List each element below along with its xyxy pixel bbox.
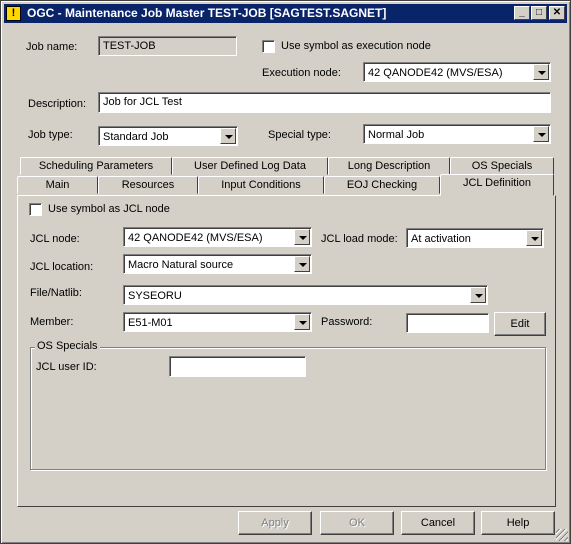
minimize-button[interactable]: _ xyxy=(514,6,530,20)
jcl-node-select[interactable]: 42 QANODE42 (MVS/ESA) xyxy=(123,227,312,247)
jcl-user-id-input[interactable] xyxy=(169,356,306,377)
title-bar[interactable]: ! OGC - Maintenance Job Master TEST-JOB … xyxy=(4,4,567,23)
os-specials-group-title: OS Specials xyxy=(35,340,100,352)
use-symbol-jcl-node-label: Use symbol as JCL node xyxy=(48,203,170,215)
tab-input-conditions[interactable]: Input Conditions xyxy=(198,176,324,194)
execution-node-label: Execution node: xyxy=(262,67,341,79)
job-type-value: Standard Job xyxy=(103,131,169,143)
apply-button[interactable]: Apply xyxy=(238,511,312,535)
chevron-down-icon[interactable] xyxy=(294,314,310,330)
job-name-label: Job name: xyxy=(26,41,78,53)
use-symbol-jcl-node-checkbox[interactable] xyxy=(29,203,42,216)
tab-jcl-definition[interactable]: JCL Definition xyxy=(440,174,554,196)
jcl-location-select[interactable]: Macro Natural source xyxy=(123,254,312,274)
tab-long-description[interactable]: Long Description xyxy=(328,157,450,175)
chevron-down-icon[interactable] xyxy=(294,256,310,272)
tab-main[interactable]: Main xyxy=(17,176,98,194)
file-natlib-select[interactable]: SYSEORU xyxy=(123,285,488,305)
chevron-down-icon[interactable] xyxy=(526,230,542,246)
job-type-label: Job type: xyxy=(28,129,73,141)
app-warning-icon: ! xyxy=(6,6,21,21)
tab-resources[interactable]: Resources xyxy=(98,176,198,194)
jcl-location-label: JCL location: xyxy=(30,261,94,273)
special-type-value: Normal Job xyxy=(368,129,425,141)
window-title: OGC - Maintenance Job Master TEST-JOB [S… xyxy=(27,6,387,20)
member-value: E51-M01 xyxy=(128,317,173,329)
cancel-button[interactable]: Cancel xyxy=(401,511,475,535)
job-master-window: ! OGC - Maintenance Job Master TEST-JOB … xyxy=(0,0,571,544)
execution-node-select[interactable]: 42 QANODE42 (MVS/ESA) xyxy=(363,62,551,82)
chevron-down-icon[interactable] xyxy=(220,128,236,144)
maximize-button[interactable]: □ xyxy=(531,6,547,20)
chevron-down-icon[interactable] xyxy=(294,229,310,245)
use-symbol-exec-node-checkbox[interactable] xyxy=(262,40,275,53)
description-input[interactable]: Job for JCL Test xyxy=(98,92,551,113)
password-label: Password: xyxy=(321,316,373,328)
jcl-node-value: 42 QANODE42 (MVS/ESA) xyxy=(128,232,263,244)
special-type-select[interactable]: Normal Job xyxy=(363,124,551,144)
help-button[interactable]: Help xyxy=(481,511,555,535)
member-select[interactable]: E51-M01 xyxy=(123,312,312,332)
jcl-load-mode-label: JCL load mode: xyxy=(321,233,398,245)
member-label: Member: xyxy=(30,316,74,328)
ok-button[interactable]: OK xyxy=(320,511,394,535)
tab-user-defined-log-data[interactable]: User Defined Log Data xyxy=(172,157,328,175)
password-input[interactable] xyxy=(406,313,489,333)
jcl-load-mode-select[interactable]: At activation xyxy=(406,228,544,248)
resize-grip-icon[interactable] xyxy=(556,529,568,541)
jcl-load-mode-value: At activation xyxy=(411,233,471,245)
jcl-node-label: JCL node: xyxy=(30,233,80,245)
special-type-label: Special type: xyxy=(268,129,331,141)
chevron-down-icon[interactable] xyxy=(533,126,549,142)
jcl-user-id-label: JCL user ID: xyxy=(36,361,97,373)
tab-eoj-checking[interactable]: EOJ Checking xyxy=(324,176,440,194)
description-label: Description: xyxy=(28,98,87,110)
job-name-field: TEST-JOB xyxy=(98,36,237,56)
job-type-select[interactable]: Standard Job xyxy=(98,126,238,146)
execution-node-value: 42 QANODE42 (MVS/ESA) xyxy=(368,67,503,79)
file-natlib-value: SYSEORU xyxy=(128,290,182,302)
tab-os-specials[interactable]: OS Specials xyxy=(450,157,554,175)
edit-button[interactable]: Edit xyxy=(494,312,546,336)
chevron-down-icon[interactable] xyxy=(470,287,486,303)
close-button[interactable]: ✕ xyxy=(549,6,565,20)
use-symbol-exec-node-label: Use symbol as execution node xyxy=(281,40,431,52)
file-natlib-label: File/Natlib: xyxy=(30,287,82,299)
jcl-location-value: Macro Natural source xyxy=(128,259,234,271)
chevron-down-icon[interactable] xyxy=(533,64,549,80)
tab-scheduling-parameters[interactable]: Scheduling Parameters xyxy=(20,157,172,175)
